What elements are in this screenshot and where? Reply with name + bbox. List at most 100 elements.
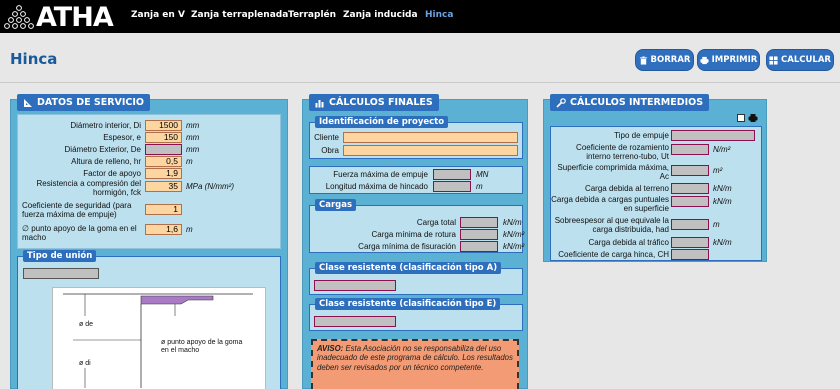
carga-rotura-output bbox=[460, 229, 498, 240]
clase-e-title: Clase resistente (clasificación tipo E) bbox=[315, 298, 501, 310]
imprimir-label: IMPRIMIR bbox=[711, 55, 758, 65]
datos-title-text: DATOS DE SERVICIO bbox=[37, 97, 145, 108]
carga-terreno-unit: kN/m bbox=[713, 184, 732, 193]
field-unit: m bbox=[186, 225, 193, 234]
carga-total-label: Carga total bbox=[416, 218, 456, 227]
wrench-icon bbox=[556, 97, 566, 108]
nav-hinca[interactable]: Hinca bbox=[425, 10, 453, 20]
calculos-finales-title: CÁLCULOS FINALES bbox=[309, 94, 439, 111]
superficie-unit: m² bbox=[713, 166, 723, 175]
calcular-button[interactable]: CALCULAR bbox=[766, 49, 834, 71]
atha-logo[interactable]: ATHA bbox=[4, 2, 114, 33]
carga-fisuracion-unit: kN/m² bbox=[503, 242, 525, 251]
logo-pyramid-icon bbox=[4, 5, 34, 29]
clase-a-fieldset: Clase resistente (clasificación tipo A) bbox=[309, 262, 523, 295]
field-label: Altura de relleno, hr bbox=[71, 157, 141, 166]
carga-puntuales-unit: kN/m bbox=[713, 197, 732, 206]
diametro-interior-input[interactable]: 1500 bbox=[145, 120, 182, 131]
sobreespesor-output bbox=[671, 219, 709, 230]
field-label: Resistencia a compresión del hormigón, f… bbox=[36, 179, 142, 197]
cargas-title: Cargas bbox=[315, 199, 357, 211]
field-unit: mm bbox=[186, 133, 200, 142]
longitud-maxima-unit: m bbox=[476, 182, 483, 191]
cliente-label: Cliente bbox=[314, 133, 339, 142]
coef-carga-hinca-label: Coeficiente de carga hinca, CH bbox=[558, 250, 669, 259]
page-title: Hinca bbox=[10, 50, 58, 68]
fuerza-maxima-unit: MN bbox=[476, 170, 489, 179]
aviso-label: AVISO: bbox=[317, 344, 344, 353]
carga-fisuracion-label: Carga mínima de fisuración bbox=[358, 242, 456, 251]
field-label: Espesor, e bbox=[103, 133, 141, 142]
clase-e-fieldset: Clase resistente (clasificación tipo E) bbox=[309, 298, 523, 331]
calcular-label: CALCULAR bbox=[781, 55, 831, 65]
superficie-output bbox=[671, 165, 709, 176]
sobreespesor-label: Sobreespesor al que equivale la carga di… bbox=[554, 216, 669, 234]
longitud-maxima-output bbox=[433, 181, 471, 192]
finales-title-text: CÁLCULOS FINALES bbox=[329, 97, 433, 108]
carga-trafico-unit: kN/m bbox=[713, 238, 732, 247]
calculos-intermedios-panel: CÁLCULOS INTERMEDIOS Tipo de empuje Coef… bbox=[543, 94, 767, 262]
superficie-label: Superficie comprimida máxima, Ac bbox=[557, 163, 669, 181]
borrar-label: BORRAR bbox=[650, 55, 691, 65]
tipo-union-title: Tipo de unión bbox=[23, 250, 97, 262]
page-header: Hinca BORRAR IMPRIMIR CALCULAR bbox=[0, 33, 840, 83]
carga-puntuales-output bbox=[671, 196, 709, 207]
carga-fisuracion-output bbox=[460, 241, 498, 252]
carga-trafico-label: Carga debida al tráfico bbox=[588, 238, 670, 247]
union-diagram: ø de ø punto apoyo de la goma en el mach… bbox=[52, 287, 266, 389]
datos-servicio-panel: DATOS DE SERVICIO Diámetro interior, Di … bbox=[10, 94, 288, 389]
calculator-icon bbox=[769, 55, 778, 65]
clase-a-title: Clase resistente (clasificación tipo A) bbox=[315, 262, 502, 274]
field-label: Diámetro interior, Di bbox=[70, 121, 141, 130]
carga-total-output bbox=[460, 217, 498, 228]
cargas-fieldset: Cargas Carga total kN/m Carga mínima de … bbox=[309, 199, 525, 253]
tipo-empuje-label: Tipo de empuje bbox=[614, 131, 669, 140]
aviso-notice: AVISO: Esta Asociación no se responsabil… bbox=[311, 339, 519, 389]
calculos-intermedios-title: CÁLCULOS INTERMEDIOS bbox=[550, 94, 710, 111]
espesor-input[interactable]: 150 bbox=[145, 132, 182, 143]
nav-zanja-en-v[interactable]: Zanja en V bbox=[131, 10, 185, 20]
punto-apoyo-goma-input[interactable]: 1,6 bbox=[145, 224, 182, 235]
intermedios-fields: Tipo de empuje Coeficiente de rozamiento… bbox=[550, 126, 762, 261]
tipo-union-select[interactable] bbox=[23, 268, 99, 279]
altura-relleno-input[interactable]: 0,5 bbox=[145, 156, 182, 167]
nav-terraplen[interactable]: Terraplén bbox=[288, 10, 336, 20]
clase-a-output bbox=[314, 280, 396, 291]
field-label: Coeficiente de seguridad (para fuerza má… bbox=[22, 201, 132, 219]
ruler-triangle-icon bbox=[24, 98, 32, 107]
imprimir-button[interactable]: IMPRIMIR bbox=[697, 49, 760, 71]
cliente-input[interactable] bbox=[343, 132, 518, 143]
borrar-button[interactable]: BORRAR bbox=[635, 49, 694, 71]
nav-zanja-inducida[interactable]: Zanja inducida bbox=[343, 10, 418, 20]
obra-label: Obra bbox=[321, 146, 339, 155]
obra-input[interactable] bbox=[343, 145, 518, 156]
show-intermedios-checkbox[interactable] bbox=[737, 114, 745, 122]
carga-terreno-label: Carga debida al terreno bbox=[584, 184, 669, 193]
field-label: ∅ punto apoyo de la goma en el macho bbox=[22, 224, 137, 242]
field-unit: MPa (N/mm²) bbox=[186, 182, 234, 191]
factor-apoyo-input[interactable]: 1,9 bbox=[145, 168, 182, 179]
top-nav: ATHA Zanja en V Zanja terraplenada Terra… bbox=[0, 0, 840, 33]
fuerzas-fieldset: Fuerza máxima de empuje MN Longitud máxi… bbox=[309, 166, 523, 194]
trash-icon bbox=[639, 55, 647, 65]
field-unit: mm bbox=[186, 121, 200, 130]
diagram-label-di: ø di bbox=[79, 360, 91, 367]
nav-zanja-terraplenada[interactable]: Zanja terraplenada bbox=[191, 10, 288, 20]
field-label: Factor de apoyo bbox=[83, 169, 141, 178]
fuerza-maxima-label: Fuerza máxima de empuje bbox=[333, 170, 428, 179]
tipo-empuje-output bbox=[671, 130, 755, 141]
resistencia-fck-input[interactable]: 35 bbox=[145, 181, 182, 192]
clase-e-output bbox=[314, 316, 396, 327]
print-small-icon[interactable] bbox=[748, 113, 758, 123]
carga-puntuales-label: Carga debida a cargas puntuales en super… bbox=[551, 195, 669, 213]
coef-carga-hinca-output bbox=[671, 249, 709, 260]
coef-rozamiento-output bbox=[671, 144, 709, 155]
calculos-finales-panel: CÁLCULOS FINALES Identificación de proye… bbox=[302, 94, 528, 389]
aviso-text: Esta Asociación no se responsabiliza del… bbox=[317, 344, 513, 372]
carga-terreno-output bbox=[671, 183, 709, 194]
coef-seguridad-input[interactable]: 1 bbox=[145, 204, 182, 215]
carga-rotura-label: Carga mínima de rotura bbox=[371, 230, 456, 239]
intermedios-title-text: CÁLCULOS INTERMEDIOS bbox=[570, 97, 704, 108]
coef-rozamiento-label: Coeficiente de rozamiento interno terren… bbox=[576, 143, 669, 161]
carga-total-unit: kN/m bbox=[503, 218, 522, 227]
